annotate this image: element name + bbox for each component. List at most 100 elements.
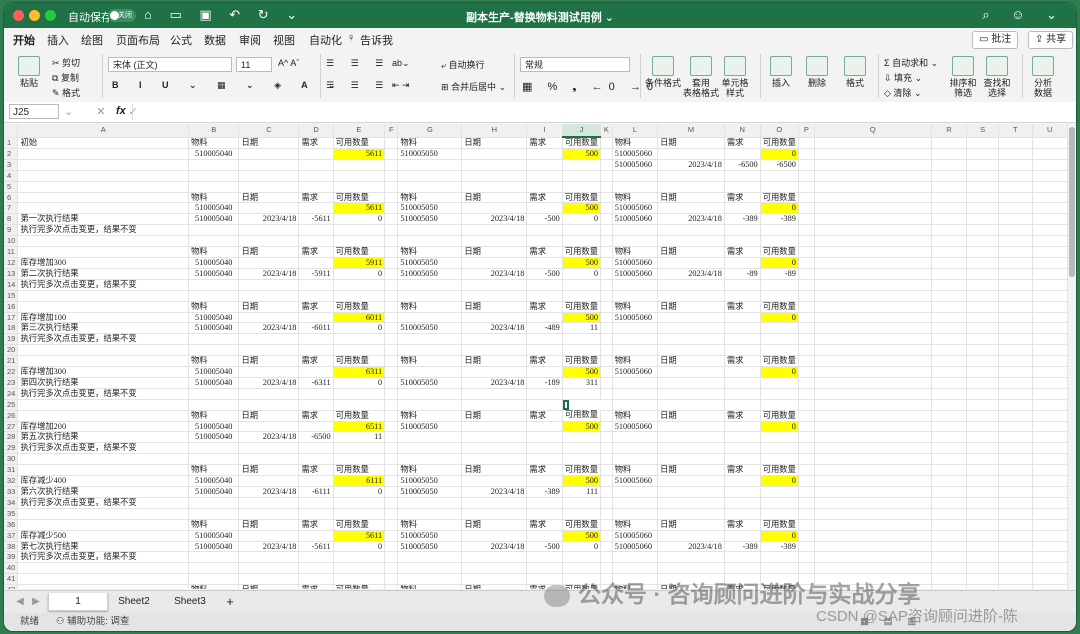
row-header[interactable]: 1: [4, 137, 19, 149]
cell[interactable]: [526, 442, 563, 455]
cell[interactable]: 第五次执行结果: [17, 431, 189, 444]
cell[interactable]: [397, 366, 463, 378]
cell[interactable]: 可用数量: [562, 301, 602, 313]
cell[interactable]: 日期: [238, 464, 300, 477]
cell[interactable]: [384, 399, 399, 411]
cell[interactable]: [724, 377, 761, 389]
tab-draw[interactable]: 绘图: [81, 32, 103, 48]
cell[interactable]: 510005060: [612, 541, 659, 553]
cell[interactable]: [998, 301, 1033, 313]
cell[interactable]: [998, 137, 1033, 149]
cell[interactable]: 日期: [238, 192, 300, 204]
cell[interactable]: [612, 170, 659, 182]
cell[interactable]: [17, 410, 189, 422]
cell[interactable]: [397, 508, 463, 520]
add-sheet-button[interactable]: +: [220, 593, 240, 610]
cell[interactable]: [998, 562, 1033, 575]
cell[interactable]: [724, 333, 761, 346]
cell[interactable]: 500: [562, 312, 602, 324]
cell[interactable]: 0: [760, 312, 799, 324]
cell[interactable]: [1032, 410, 1068, 422]
cell[interactable]: [998, 410, 1033, 422]
cell[interactable]: 510005050: [397, 322, 463, 335]
cell[interactable]: [998, 486, 1033, 498]
cell[interactable]: [931, 137, 968, 149]
cell[interactable]: [998, 257, 1033, 269]
cell[interactable]: [461, 388, 528, 400]
cell[interactable]: [298, 312, 334, 324]
delete-cells-button[interactable]: 删除: [802, 56, 832, 88]
cell[interactable]: [798, 181, 815, 193]
cell[interactable]: 可用数量: [562, 137, 602, 149]
cell[interactable]: [612, 290, 659, 302]
cell[interactable]: [931, 279, 968, 291]
cell[interactable]: 物料: [612, 519, 659, 531]
cell[interactable]: [384, 366, 399, 378]
cell[interactable]: [600, 301, 613, 313]
cell[interactable]: [798, 508, 815, 520]
cell[interactable]: [931, 551, 968, 564]
prev-sheet-icon[interactable]: ◀: [12, 593, 28, 610]
cell[interactable]: [298, 442, 334, 455]
cell[interactable]: [966, 148, 1000, 160]
cell[interactable]: 需求: [526, 410, 563, 422]
cell[interactable]: [657, 224, 725, 237]
cell[interactable]: 510005060: [612, 213, 659, 226]
cell[interactable]: [724, 224, 761, 237]
cell[interactable]: 物料: [612, 355, 659, 368]
cell[interactable]: [998, 464, 1033, 477]
row-header[interactable]: 10: [4, 235, 19, 248]
cell[interactable]: [798, 159, 815, 171]
cell[interactable]: [966, 475, 1000, 487]
cell[interactable]: [798, 202, 815, 215]
cell[interactable]: [17, 202, 189, 215]
cell[interactable]: [998, 290, 1033, 302]
cell[interactable]: [333, 442, 386, 455]
cell[interactable]: [384, 421, 399, 433]
cell[interactable]: [238, 235, 300, 248]
cell[interactable]: [1032, 486, 1068, 498]
cell[interactable]: 6511: [333, 421, 386, 433]
cell[interactable]: 物料: [397, 355, 463, 368]
cell[interactable]: [600, 421, 613, 433]
column-header[interactable]: S: [966, 124, 1000, 138]
cell[interactable]: -5611: [298, 213, 334, 226]
row-header[interactable]: 23: [4, 377, 19, 389]
cell[interactable]: [966, 530, 1000, 542]
cell[interactable]: [1032, 399, 1068, 411]
cell[interactable]: [238, 202, 300, 215]
cell[interactable]: 需求: [298, 301, 334, 313]
cell[interactable]: [384, 519, 399, 531]
cell[interactable]: [798, 170, 815, 182]
cell[interactable]: -6500: [760, 159, 799, 171]
cell[interactable]: 可用数量: [760, 246, 799, 258]
vertical-scrollbar[interactable]: [1068, 124, 1076, 589]
cell[interactable]: [238, 530, 300, 542]
cell[interactable]: [384, 551, 399, 564]
cell[interactable]: 510005050: [397, 377, 463, 389]
cell[interactable]: [724, 562, 761, 575]
cell[interactable]: [384, 464, 399, 477]
cell[interactable]: 311: [562, 377, 602, 389]
cell[interactable]: 物料: [188, 137, 240, 149]
cell[interactable]: 日期: [461, 192, 528, 204]
cell[interactable]: [298, 551, 334, 564]
cell[interactable]: [384, 279, 399, 291]
cell[interactable]: [612, 181, 659, 193]
cell[interactable]: [600, 377, 613, 389]
cell[interactable]: 510005050: [397, 530, 463, 542]
column-header[interactable]: R: [931, 124, 968, 138]
cell[interactable]: 库存增加300: [17, 366, 189, 378]
cell[interactable]: 2023/4/18: [461, 268, 528, 280]
cell[interactable]: [397, 344, 463, 357]
find-select-button[interactable]: 查找和 选择: [980, 56, 1014, 98]
cell[interactable]: [298, 573, 334, 586]
cell[interactable]: [333, 181, 386, 193]
cell[interactable]: 物料: [397, 137, 463, 149]
cell[interactable]: [17, 148, 189, 160]
cell[interactable]: [384, 508, 399, 520]
cell[interactable]: [17, 464, 189, 477]
clear-button[interactable]: ◇ 清除 ⌄: [884, 86, 921, 99]
cell[interactable]: [562, 344, 602, 357]
cell[interactable]: [724, 257, 761, 269]
